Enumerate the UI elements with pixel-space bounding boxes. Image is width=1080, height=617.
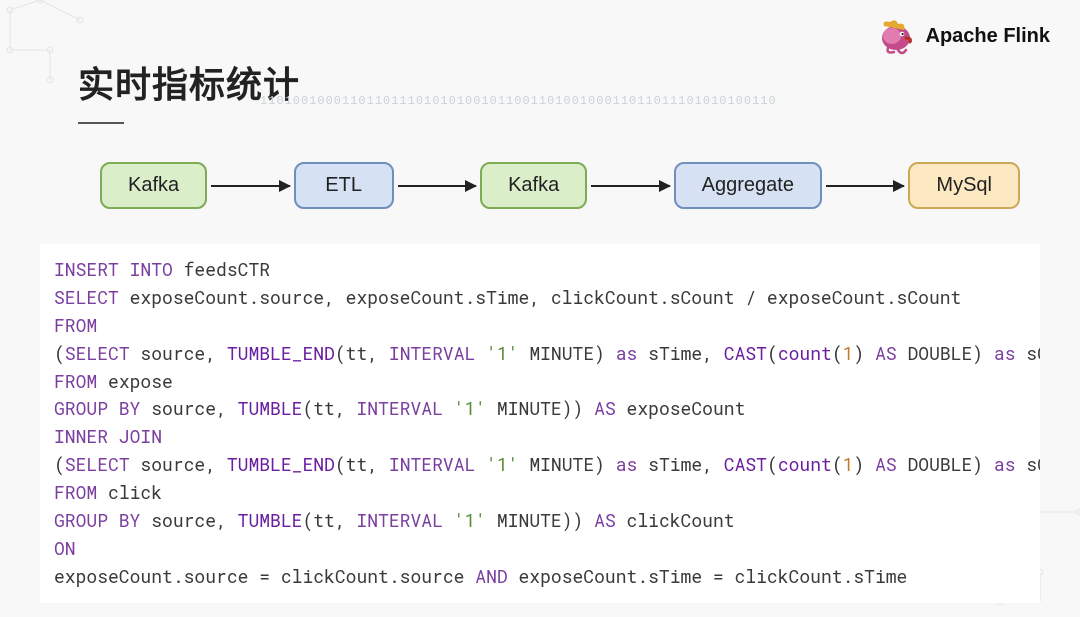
flink-logo-icon bbox=[876, 16, 916, 56]
bg-binary-top: 1101001000110110111010101001011001101001… bbox=[260, 94, 777, 108]
code-line: FROM bbox=[54, 312, 1026, 340]
brand-name: Apache Flink bbox=[926, 25, 1050, 48]
code-line: FROM expose bbox=[54, 368, 1026, 396]
code-line: GROUP BY source, TUMBLE(tt, INTERVAL '1'… bbox=[54, 395, 1026, 423]
pipeline-flow: Kafka ETL Kafka Aggregate MySql bbox=[100, 162, 1020, 209]
code-line: GROUP BY source, TUMBLE(tt, INTERVAL '1'… bbox=[54, 507, 1026, 535]
sql-code-block: INSERT INTO feedsCTRSELECT exposeCount.s… bbox=[40, 244, 1040, 603]
code-line: (SELECT source, TUMBLE_END(tt, INTERVAL … bbox=[54, 340, 1026, 368]
code-line: SELECT exposeCount.source, exposeCount.s… bbox=[54, 284, 1026, 312]
code-line: FROM click bbox=[54, 479, 1026, 507]
flow-node-aggregate: Aggregate bbox=[674, 162, 822, 209]
code-line: (SELECT source, TUMBLE_END(tt, INTERVAL … bbox=[54, 451, 1026, 479]
flow-arrow-icon bbox=[211, 185, 289, 187]
flow-arrow-icon bbox=[591, 185, 669, 187]
flow-node-mysql: MySql bbox=[908, 162, 1020, 209]
flow-node-etl: ETL bbox=[294, 162, 394, 209]
code-line: exposeCount.source = clickCount.source A… bbox=[54, 563, 1026, 591]
flow-arrow-icon bbox=[398, 185, 476, 187]
flow-node-kafka: Kafka bbox=[480, 162, 587, 209]
brand: Apache Flink bbox=[876, 16, 1050, 56]
slide-title-block: 实时指标统计 bbox=[78, 56, 300, 124]
flow-arrow-icon bbox=[826, 185, 904, 187]
flow-node-kafka: Kafka bbox=[100, 162, 207, 209]
title-underline bbox=[78, 122, 124, 124]
code-line: ON bbox=[54, 535, 1026, 563]
code-line: INSERT INTO feedsCTR bbox=[54, 256, 1026, 284]
code-line: INNER JOIN bbox=[54, 423, 1026, 451]
